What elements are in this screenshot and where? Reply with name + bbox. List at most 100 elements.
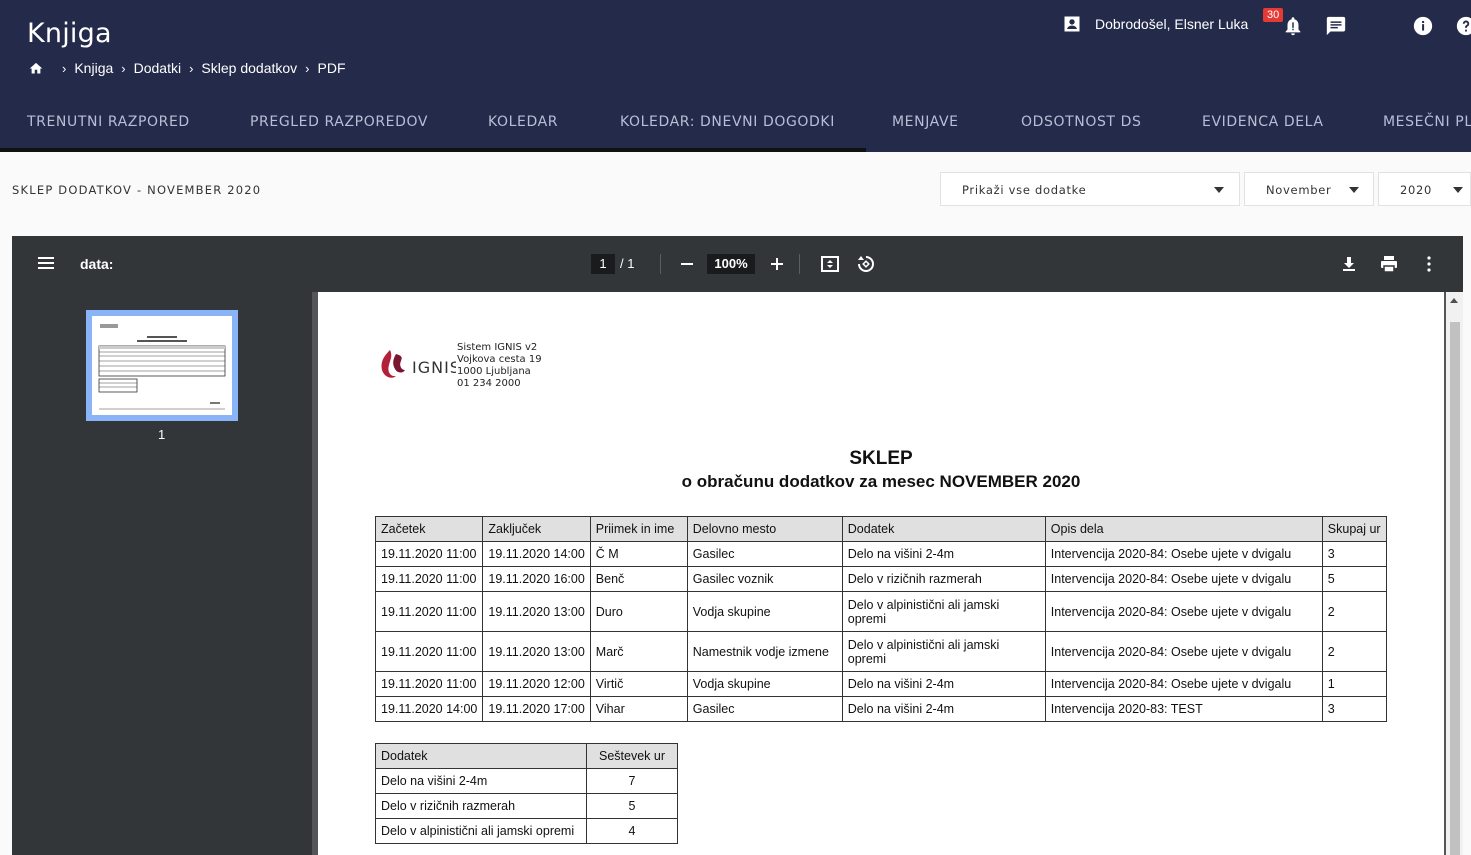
cell: Vodja skupine — [686, 591, 843, 632]
more-icon[interactable] — [1419, 254, 1439, 274]
org-city: 1000 Ljubljana — [457, 366, 531, 377]
tab-koledar-dnevni-dogodki[interactable]: KOLEDAR: DNEVNI DOGODKI — [620, 114, 835, 130]
tab-mesecni-plan[interactable]: MESEČNI PL — [1383, 114, 1471, 130]
fit-page-icon[interactable] — [820, 254, 840, 274]
cell: Duro — [589, 591, 688, 632]
summary-header-sestevek: Seštevek ur — [586, 743, 678, 769]
org-street: Vojkova cesta 19 — [457, 354, 542, 365]
breadcrumb: › Knjiga › Dodatki › Sklep dodatkov › PD… — [28, 60, 346, 76]
zoom-out-icon[interactable] — [677, 254, 697, 274]
table-row: 19.11.2020 11:00 19.11.2020 13:00 Marč N… — [374, 631, 1387, 672]
tab-trenutni-razpored[interactable]: TRENUTNI RAZPORED — [27, 114, 190, 130]
summary-row: Delo v rizičnih razmerah 5 — [375, 793, 678, 819]
addons-table: Začetek Zaključek Priimek in ime Delovno… — [374, 516, 1387, 722]
zoom-in-icon[interactable] — [767, 254, 787, 274]
cell: Intervencija 2020-84: Osebe ujete v dvig… — [1044, 541, 1323, 567]
toolbar-divider — [660, 254, 661, 274]
cell: Vihar — [589, 696, 688, 722]
cell: 2 — [1321, 591, 1387, 632]
month-value: November — [1266, 183, 1332, 197]
summary-table: Dodatek Seštevek ur Delo na višini 2-4m … — [375, 743, 678, 844]
cell: Intervencija 2020-84: Osebe ujete v dvig… — [1044, 566, 1323, 592]
tab-koledar[interactable]: KOLEDAR — [488, 114, 558, 130]
document-subtitle: o obračunu dodatkov za mesec NOVEMBER 20… — [681, 472, 1081, 491]
summary-header-row: Dodatek Seštevek ur — [375, 743, 678, 769]
year-value: 2020 — [1400, 183, 1433, 197]
cell: 19.11.2020 14:00 — [374, 696, 484, 722]
cell: Gasilec voznik — [686, 566, 843, 592]
tab-menjave[interactable]: MENJAVE — [892, 114, 959, 130]
cell: Vodja skupine — [686, 671, 843, 697]
month-select[interactable]: November — [1244, 172, 1374, 206]
chevron-right-icon: › — [189, 60, 194, 76]
addon-filter-select[interactable]: Prikaži vse dodatke — [940, 172, 1240, 206]
chat-icon[interactable] — [1325, 15, 1347, 37]
cell: 19.11.2020 11:00 — [374, 566, 484, 592]
col-header-skupaj-ur: Skupaj ur — [1321, 516, 1387, 542]
col-header-zacetek: Začetek — [374, 516, 484, 542]
moon-icon[interactable] — [1369, 15, 1391, 37]
cell: Benč — [589, 566, 688, 592]
cell: 5 — [1321, 566, 1387, 592]
document-name: data: — [80, 256, 114, 272]
breadcrumb-sklep-dodatkov[interactable]: Sklep dodatkov — [201, 60, 297, 76]
tab-indicator — [0, 148, 866, 152]
zoom-input[interactable]: 100% — [707, 254, 755, 274]
notification-badge: 30 — [1263, 8, 1284, 22]
cell: 4 — [586, 818, 678, 844]
cell: Delo v alpinistični ali jamski opremi — [841, 591, 1046, 632]
scrollbar[interactable] — [1446, 292, 1463, 855]
bell-icon[interactable] — [1282, 15, 1304, 37]
cell: 1 — [1321, 671, 1387, 697]
info-icon[interactable] — [1412, 15, 1434, 37]
addon-filter-value: Prikaži vse dodatke — [962, 183, 1087, 197]
cell: Intervencija 2020-84: Osebe ujete v dvig… — [1044, 671, 1323, 697]
table-row: 19.11.2020 11:00 19.11.2020 13:00 Duro V… — [374, 591, 1387, 632]
col-header-zakljucek: Zaključek — [482, 516, 591, 542]
table-row: 19.11.2020 11:00 19.11.2020 12:00 Virtič… — [374, 671, 1387, 697]
breadcrumb-dodatki[interactable]: Dodatki — [134, 60, 181, 76]
scrollbar-thumb[interactable] — [1450, 322, 1460, 855]
col-header-dodatek: Dodatek — [841, 516, 1046, 542]
download-icon[interactable] — [1339, 254, 1359, 274]
year-select[interactable]: 2020 — [1378, 172, 1471, 206]
cell: Gasilec — [686, 696, 843, 722]
menu-icon[interactable] — [38, 256, 54, 270]
cell: Delo v rizičnih razmerah — [375, 793, 587, 819]
page-number-input[interactable]: 1 — [591, 254, 615, 274]
breadcrumb-pdf: PDF — [317, 60, 346, 76]
cell: 3 — [1321, 541, 1387, 567]
cell: Namestnik vodje izmene — [686, 631, 843, 672]
chevron-down-icon — [1214, 187, 1224, 193]
org-name: Sistem IGNIS v2 — [457, 342, 538, 353]
cell: Intervencija 2020-84: Osebe ujete v dvig… — [1044, 591, 1323, 632]
home-icon[interactable] — [28, 61, 44, 76]
tab-evidenca-dela[interactable]: EVIDENCA DELA — [1202, 114, 1324, 130]
col-header-priimek: Priimek in ime — [589, 516, 688, 542]
org-phone: 01 234 2000 — [457, 378, 521, 389]
cell: Delo na višini 2-4m — [841, 671, 1046, 697]
chevron-right-icon: › — [121, 60, 126, 76]
account-icon — [1064, 16, 1080, 32]
breadcrumb-knjiga[interactable]: Knjiga — [74, 60, 113, 76]
print-icon[interactable] — [1379, 254, 1399, 274]
thumbnail-page-number: 1 — [158, 427, 166, 442]
cell: 19.11.2020 14:00 — [482, 541, 591, 567]
cell: 19.11.2020 11:00 — [374, 631, 484, 672]
cell: 3 — [1321, 696, 1387, 722]
cell: Virtič — [589, 671, 688, 697]
page-total: / 1 — [620, 256, 635, 271]
table-header-row: Začetek Zaključek Priimek in ime Delovno… — [374, 516, 1387, 542]
user-menu[interactable]: Dobrodošel, Elsner Luka — [1062, 14, 1248, 34]
rotate-icon[interactable] — [856, 254, 876, 274]
cell: Intervencija 2020-84: Osebe ujete v dvig… — [1044, 631, 1323, 672]
chevron-down-icon — [1349, 187, 1359, 193]
scroll-up-icon[interactable] — [1450, 298, 1458, 303]
chevron-right-icon: › — [305, 60, 310, 76]
help-icon[interactable] — [1455, 15, 1471, 37]
cell: 5 — [586, 793, 678, 819]
tab-odsotnost-ds[interactable]: ODSOTNOST DS — [1021, 114, 1142, 130]
page-thumbnail[interactable] — [86, 310, 238, 421]
user-greeting: Dobrodošel, Elsner Luka — [1095, 16, 1249, 32]
tab-pregled-razporedov[interactable]: PREGLED RAZPOREDOV — [250, 114, 428, 130]
